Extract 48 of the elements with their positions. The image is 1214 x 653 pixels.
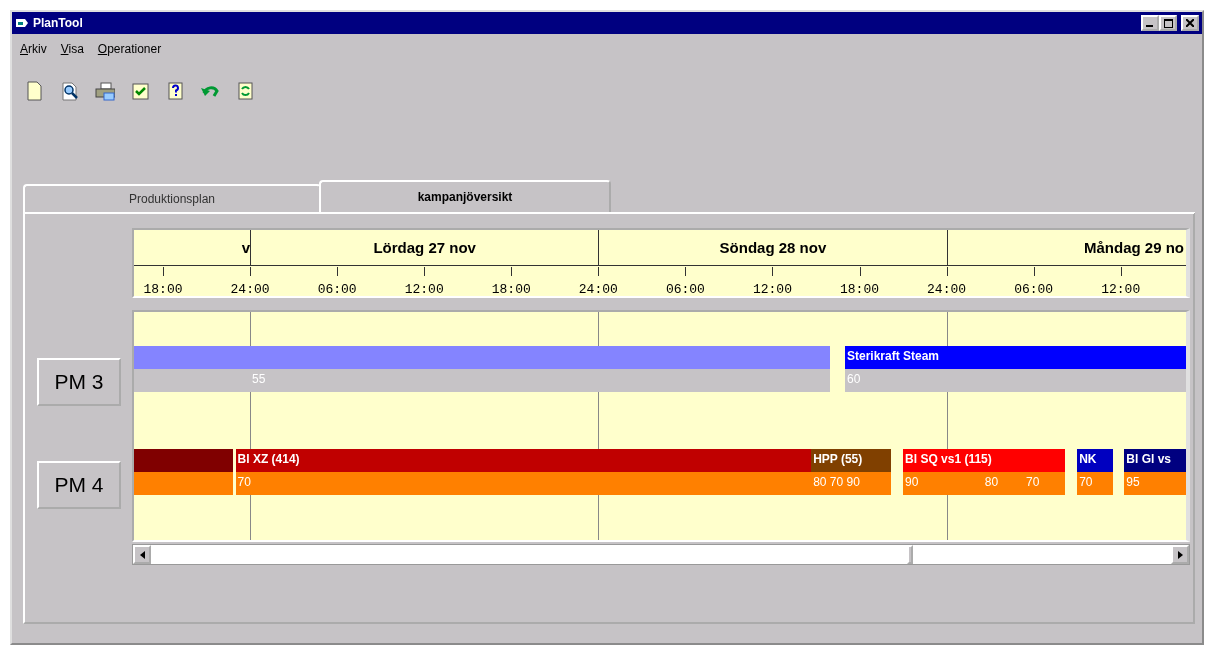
day-label: v [241, 238, 251, 258]
printer-icon [95, 81, 115, 101]
menu-item[interactable]: Operationer [97, 40, 162, 58]
printer-button[interactable] [94, 80, 116, 102]
maximize-icon [1163, 18, 1173, 28]
scroll-thumb[interactable] [907, 545, 913, 564]
tick-label: 24:00 [578, 281, 618, 296]
tick-label: 06:00 [317, 281, 357, 296]
machine-button[interactable]: PM 3 [37, 358, 121, 406]
tick-label: 12:00 [1101, 281, 1141, 296]
minimize-button[interactable] [1141, 15, 1159, 31]
tab[interactable]: kampanjöversikt [319, 180, 611, 212]
day-label: Lördag 27 nov [373, 238, 476, 258]
window-title: PlanTool [33, 15, 83, 32]
left-arrow-icon [139, 550, 145, 559]
campaign-bar[interactable]: Bl SQ vs1 (115) [903, 449, 1066, 472]
tick-label: 18:00 [143, 281, 183, 296]
close-button[interactable] [1181, 15, 1199, 31]
tick-label: 24:00 [230, 281, 270, 296]
tab[interactable]: Produktionsplan [23, 184, 321, 212]
tick-label: 06:00 [1014, 281, 1054, 296]
campaign-bar[interactable]: Bl XZ (414) [235, 449, 812, 472]
maximize-button[interactable] [1159, 15, 1177, 31]
campaign-bar[interactable]: Bl Gl vs [1124, 449, 1186, 472]
day-label: Måndag 29 no [1083, 238, 1184, 258]
tick-label: 06:00 [665, 281, 705, 296]
right-arrow-icon [1177, 550, 1183, 559]
refresh-document-icon [235, 81, 255, 101]
tick-label: 12:00 [752, 281, 792, 296]
horizontal-scrollbar[interactable] [132, 544, 1190, 565]
menu-item[interactable]: Visa [60, 40, 84, 58]
help-document-icon [165, 81, 185, 101]
tick-label: 24:00 [927, 281, 967, 296]
checkmark-document-icon [130, 81, 150, 101]
tick-label: 18:00 [840, 281, 879, 296]
new-document-icon [25, 81, 45, 101]
magnifier-icon [60, 81, 80, 101]
day-label: Söndag 28 nov [719, 238, 827, 258]
campaign-bar[interactable]: Sterikraft Steam [845, 346, 1186, 369]
close-icon [1186, 19, 1194, 27]
checkmark-document-button[interactable] [129, 80, 151, 102]
machine-button[interactable]: PM 4 [37, 461, 121, 509]
campaign-bar[interactable]: HPP (55) [811, 449, 891, 472]
campaign-bar[interactable]: NK [1077, 449, 1114, 472]
tick-label: 12:00 [404, 281, 444, 296]
app-icon [15, 17, 29, 29]
menu-item[interactable]: Arkiv [20, 40, 47, 58]
tick-label: 18:00 [491, 281, 531, 296]
